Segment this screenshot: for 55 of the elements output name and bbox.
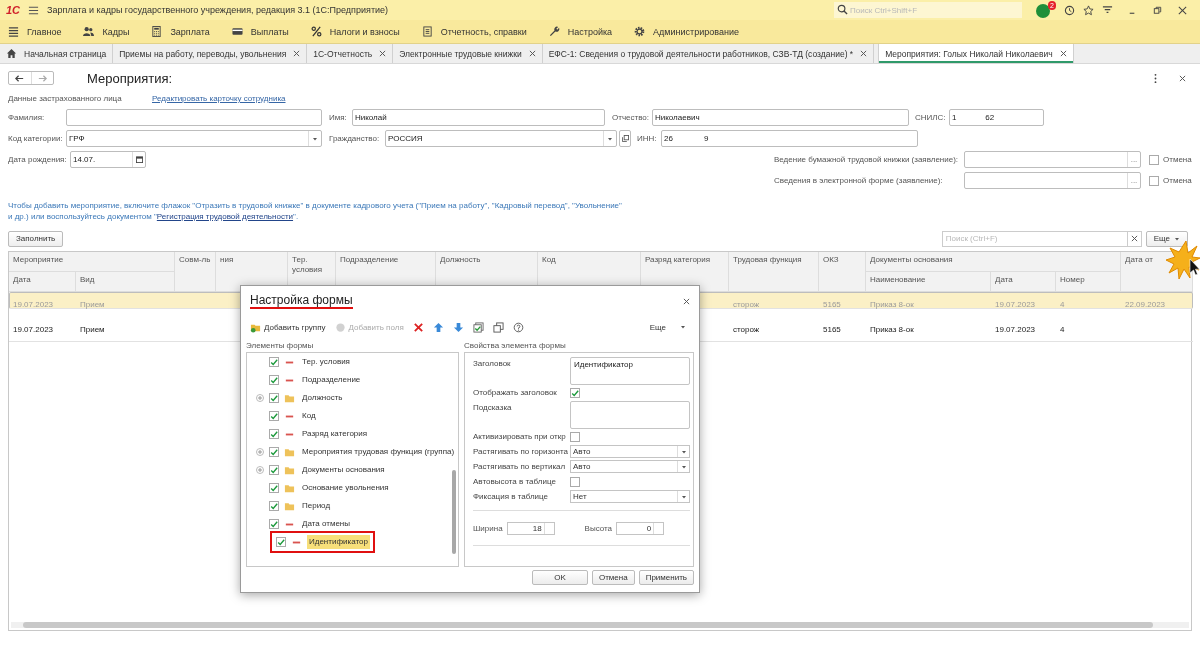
column-header: Документы основания [866, 252, 1121, 272]
property-label: Фиксация в таблице [473, 491, 549, 501]
table-cell-text: Прием [79, 299, 106, 311]
window-title: Зарплата и кадры государственного учреждения, редакция 3.1 (1С:Предприятие) [47, 5, 390, 15]
info-text: Чтобы добавить мероприятие, включите флажок "Отразить в трудовой книжке" в документе кадрового учета ("Прием на работу", "Кадровый перевод", "Увольнение" и др.) или воспользуйтесь документом "Регистрация трудовой деятельности". [8, 200, 623, 222]
app-logo: 1С [6, 4, 21, 16]
property-label: Заголовок [473, 358, 512, 368]
table-cell-text: 4 [1059, 299, 1066, 311]
field-label: Гражданство: [329, 134, 381, 143]
table-cell-text: сторож [732, 299, 761, 311]
column-header: Мероприятие [9, 252, 175, 272]
property-label: Растягивать по горизонта [473, 446, 569, 456]
table-cell-text: сторож [732, 324, 761, 336]
property-label: Отображать заголовок [473, 387, 558, 397]
table-cell-text: 5165 [822, 324, 842, 336]
property-label: Растягивать по вертикал [473, 461, 567, 471]
property-label: Ширина [473, 523, 503, 533]
form-title: Мероприятия: [87, 70, 173, 86]
section-label: Данные застрахованного лица [8, 93, 123, 103]
checkbox-label: Отмена [1163, 155, 1193, 164]
table-cell-text: Приказ 8-ок [869, 299, 915, 311]
table-cell-text: 19.07.2023 [994, 299, 1037, 311]
table-cell-text: 5165 [822, 299, 842, 311]
table-cell-text: 22.09.2023 [1124, 299, 1167, 311]
column-header: Дата [9, 272, 76, 292]
panel-title: Элементы формы [246, 339, 315, 352]
property-label: Автовысота в таблице [473, 476, 557, 486]
field-label: Отчество: [612, 113, 650, 122]
table-cell-text: Приказ 8-ок [869, 324, 915, 336]
property-label: Высота [584, 523, 613, 533]
column-header: Трудовая функция [729, 252, 819, 292]
table-cell-text: Прием [79, 324, 106, 336]
field-label: Дата рождения: [8, 155, 68, 164]
table-cell-text: 19.07.2023 [994, 324, 1037, 336]
checkbox-label: Отмена [1163, 176, 1193, 185]
property-label: Активизировать при откр [473, 431, 567, 441]
field-label: Сведения в электронной форме (заявление): [774, 176, 944, 185]
column-header: ОКЗ [819, 252, 866, 292]
column-header: Номер [1056, 272, 1121, 292]
field-label: Имя: [329, 113, 348, 122]
column-header: Совм-ль [175, 252, 216, 292]
field-label: Ведение бумажной трудовой книжки (заявление): [774, 155, 960, 164]
table-cell-text: 19.07.2023 [12, 324, 55, 336]
field-label: Фамилия: [8, 113, 46, 122]
field-label: Код категории: [8, 134, 64, 143]
property-label: Подсказка [473, 402, 513, 412]
field-label: СНИЛС: [915, 113, 947, 122]
column-header: Вид [76, 272, 175, 292]
table-cell-text: 19.07.2023 [12, 299, 55, 311]
column-header: Дата [991, 272, 1056, 292]
panel-title: Свойства элемента формы [464, 339, 567, 352]
field-label: ИНН: [637, 134, 658, 143]
table-cell-text: 4 [1059, 324, 1066, 336]
column-header: Наименование [866, 272, 991, 292]
dialog-title: Настройка формы [250, 293, 353, 309]
